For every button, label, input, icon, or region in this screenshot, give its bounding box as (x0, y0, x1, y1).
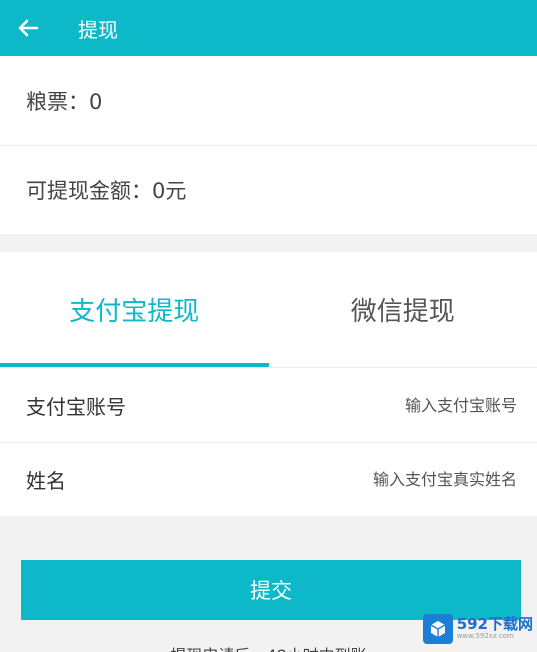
withdraw-form: 支付宝账号 姓名 (0, 368, 537, 516)
balance-info: 粮票：0 可提现金额：0元 (0, 56, 537, 234)
site-watermark: 592下载网 www.592xz.com (422, 614, 533, 644)
grain-tickets-text: 粮票：0 (26, 89, 103, 114)
account-row: 支付宝账号 (0, 368, 537, 442)
withdrawable-amount-text: 可提现金额：0元 (0, 145, 537, 234)
app-header: 提现 (0, 0, 537, 56)
watermark-title: 592下载网 (456, 615, 533, 634)
name-row: 姓名 (0, 442, 537, 516)
tab-wechat[interactable]: 微信提现 (269, 252, 537, 367)
back-button[interactable] (0, 0, 56, 56)
real-name-input[interactable] (257, 470, 517, 489)
tab-alipay[interactable]: 支付宝提现 (0, 252, 269, 367)
page-title: 提现 (78, 17, 118, 42)
name-label: 姓名 (26, 469, 66, 493)
submit-area: 提交 (0, 516, 537, 620)
section-divider (0, 234, 537, 252)
alipay-account-input[interactable] (257, 395, 517, 415)
watermark-url: www.592xz.com (456, 632, 514, 641)
cube-logo-icon (422, 614, 453, 644)
account-label: 支付宝账号 (26, 394, 126, 419)
withdraw-method-tabs: 支付宝提现 微信提现 (0, 252, 537, 368)
submit-button[interactable]: 提交 (21, 560, 521, 620)
arrow-left-icon (18, 19, 39, 37)
